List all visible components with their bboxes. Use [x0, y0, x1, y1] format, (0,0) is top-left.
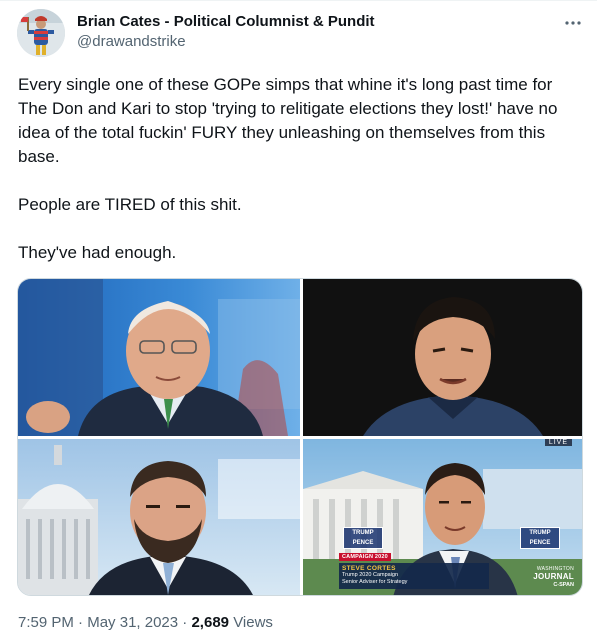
- broadcast-chyron: CAMPAIGN 2020 STEVE CORTES Trump 2020 Ca…: [339, 545, 489, 589]
- tweet-paragraph: Every single one of these GOPe simps tha…: [18, 75, 558, 166]
- author-handle[interactable]: @drawandstrike: [77, 32, 375, 52]
- chyron-line: Senior Adviser for Strategy: [342, 579, 408, 585]
- tweet-time[interactable]: 7:59 PM: [18, 614, 74, 631]
- chyron-tag: CAMPAIGN 2020: [339, 553, 391, 561]
- tweet-date[interactable]: May 31, 2023: [87, 614, 178, 631]
- more-horizontal-icon: [565, 21, 581, 25]
- tweet-text: Every single one of these GOPe simps tha…: [18, 73, 580, 265]
- media-image-3[interactable]: [18, 439, 300, 595]
- chyron-body: STEVE CORTES Trump 2020 Campaign Senior …: [339, 563, 489, 589]
- more-options-button[interactable]: [563, 14, 583, 32]
- meta-separator: ·: [78, 614, 84, 631]
- author-info: Brian Cates - Political Columnist & Pund…: [77, 12, 375, 52]
- media-grid: LIVE TRUMP PENCE TRUMP PENCE CAMPAIGN 20…: [17, 278, 583, 596]
- campaign-sign-right: TRUMP PENCE: [520, 527, 560, 549]
- photo-capitol-guest: [18, 439, 300, 595]
- author-avatar[interactable]: [17, 9, 65, 57]
- network-logo: WASHINGTON JOURNAL C-SPAN: [533, 565, 574, 589]
- media-image-4[interactable]: LIVE TRUMP PENCE TRUMP PENCE CAMPAIGN 20…: [303, 439, 582, 595]
- tweet: Brian Cates - Political Columnist & Pund…: [0, 0, 597, 635]
- live-badge: LIVE: [544, 439, 572, 446]
- tweet-meta: 7:59 PM · May 31, 2023 · 2,689 Views: [18, 613, 273, 633]
- views-label: Views: [233, 614, 273, 631]
- views-count: 2,689: [191, 614, 230, 631]
- author-display-name[interactable]: Brian Cates - Political Columnist & Pund…: [77, 12, 375, 32]
- chyron-line: Trump 2020 Campaign: [342, 572, 399, 578]
- tweet-paragraph: People are TIRED of this shit.: [18, 195, 242, 214]
- photo-interview-dark: [303, 279, 582, 436]
- network-logo-main: JOURNAL: [533, 572, 574, 581]
- avatar-image: [17, 9, 65, 57]
- chyron-name: STEVE CORTES: [342, 565, 396, 572]
- photo-studio-guest: [18, 279, 300, 436]
- media-image-1[interactable]: [18, 279, 300, 436]
- divider: [0, 0, 597, 1]
- media-image-2[interactable]: [303, 279, 582, 436]
- meta-separator: ·: [182, 614, 188, 631]
- tweet-paragraph: They've had enough.: [18, 243, 177, 262]
- network-logo-bottom: C-SPAN: [553, 582, 574, 588]
